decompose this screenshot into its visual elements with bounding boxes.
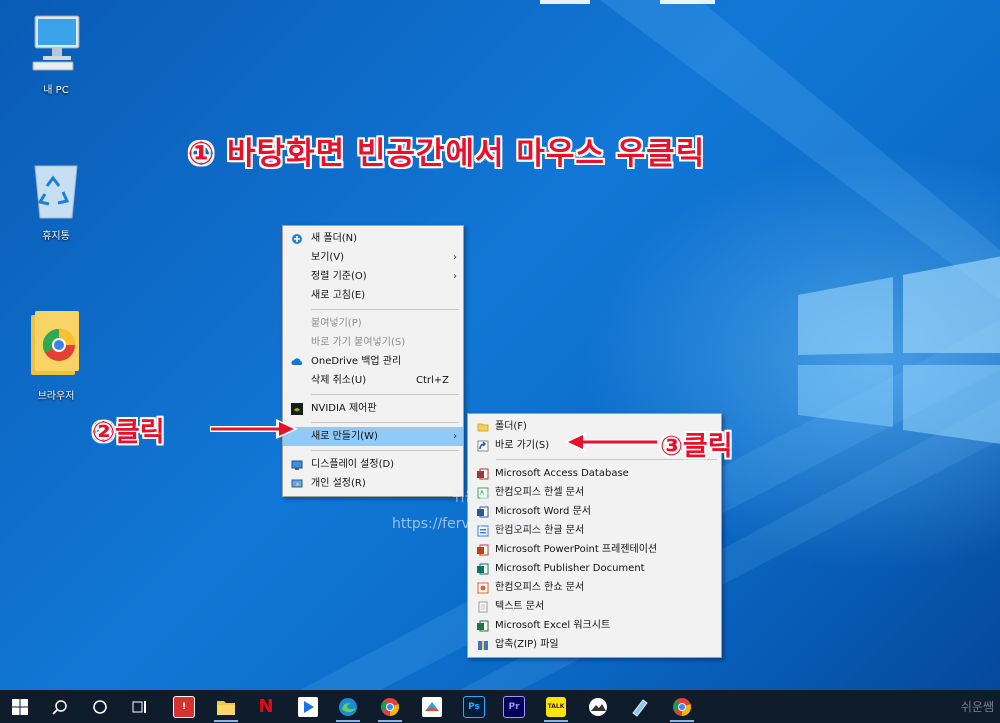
desktop-context-menu: 새 폴더(N) 보기(V) › 정렬 기준(O) › 새로 고침(E) 붙여넣기… xyxy=(282,225,464,497)
desktop-icon-recycle-bin[interactable]: 휴지통 xyxy=(20,158,92,242)
personalize-icon xyxy=(291,479,303,488)
menu-separator xyxy=(311,394,459,395)
menu-item-paste-shortcut[interactable]: 바로 가기 붙여넣기(S) xyxy=(283,333,463,352)
taskbar-chrome[interactable] xyxy=(370,690,410,723)
start-button[interactable] xyxy=(0,690,40,723)
taskbar-play-store[interactable] xyxy=(288,690,328,723)
taskbar-app-pen[interactable] xyxy=(620,690,660,723)
netflix-icon: N xyxy=(258,696,274,717)
menu-item-sort-by[interactable]: 정렬 기준(O) › xyxy=(283,267,463,286)
shortcut-label: Ctrl+Z xyxy=(415,375,449,386)
menu-item-undo-delete[interactable]: 삭제 취소(U) Ctrl+Z xyxy=(283,371,463,390)
cortana-button[interactable] xyxy=(80,690,120,723)
app-color-icon xyxy=(422,696,442,717)
taskbar-app-red[interactable]: ! xyxy=(164,690,204,723)
submenu-item-excel[interactable]: Microsoft Excel 워크시트 xyxy=(468,616,721,635)
photoshop-icon: Ps xyxy=(463,695,485,718)
play-store-icon xyxy=(298,696,318,717)
callout-step2: ②클릭 xyxy=(92,417,165,448)
desktop-icon-my-pc[interactable]: 내 PC xyxy=(20,12,92,96)
browser-folder-icon xyxy=(31,311,79,375)
folder-icon xyxy=(477,423,489,432)
onedrive-icon xyxy=(291,358,303,365)
submenu-item-hanshow[interactable]: 한컴오피스 한쇼 문서 xyxy=(468,578,721,597)
computer-icon xyxy=(32,15,80,71)
submenu-item-text-document[interactable]: 텍스트 문서 xyxy=(468,597,721,616)
publisher-icon xyxy=(477,563,489,575)
recycle-bin-icon xyxy=(34,165,78,219)
zip-icon xyxy=(478,641,488,650)
app-pen-icon xyxy=(632,698,648,717)
menu-separator xyxy=(311,309,459,310)
search-icon xyxy=(52,699,67,715)
task-view-icon xyxy=(132,700,146,713)
search-button[interactable] xyxy=(40,690,80,723)
menu-separator xyxy=(311,450,459,451)
start-icon xyxy=(12,698,28,715)
app-red-icon: ! xyxy=(173,695,195,718)
windows-logo xyxy=(798,256,1000,444)
menu-item-view[interactable]: 보기(V) › xyxy=(283,248,463,267)
powerpoint-icon xyxy=(477,544,489,556)
app-mountain-icon xyxy=(589,697,607,716)
chevron-right-icon: › xyxy=(453,271,457,282)
menu-item-display-settings[interactable]: 디스플레이 설정(D) xyxy=(283,455,463,474)
submenu-item-access[interactable]: Microsoft Access Database xyxy=(468,464,721,483)
chevron-right-icon: › xyxy=(453,431,457,442)
edge-icon xyxy=(339,697,357,716)
cortana-icon xyxy=(93,699,107,714)
menu-item-new-folder[interactable]: 새 폴더(N) xyxy=(283,229,463,248)
new-folder-icon xyxy=(292,234,302,244)
nvidia-icon xyxy=(291,403,303,415)
display-icon xyxy=(291,460,303,470)
taskbar-app-color[interactable] xyxy=(412,690,452,723)
chevron-right-icon: › xyxy=(453,252,457,263)
menu-item-personalize[interactable]: 개인 설정(R) xyxy=(283,474,463,493)
text-doc-icon xyxy=(478,601,488,613)
submenu-item-hancell[interactable]: 한컴오피스 한셀 문서 xyxy=(468,483,721,502)
taskbar-edge[interactable] xyxy=(328,690,368,723)
menu-item-onedrive-backup[interactable]: OneDrive 백업 관리 xyxy=(283,352,463,371)
desktop-icon-label: 내 PC xyxy=(43,85,69,96)
desktop-icon-label: 브라우저 xyxy=(37,391,75,402)
taskbar-photoshop[interactable]: Ps xyxy=(454,690,494,723)
kakaotalk-icon: TALK xyxy=(546,696,566,717)
menu-item-paste[interactable]: 붙여넣기(P) xyxy=(283,314,463,333)
excel-icon xyxy=(477,620,489,632)
arrow-right-icon xyxy=(210,419,298,439)
submenu-item-zip[interactable]: 압축(ZIP) 파일 xyxy=(468,635,721,654)
chrome-icon xyxy=(381,697,400,716)
taskbar-chrome-2[interactable] xyxy=(662,690,702,723)
task-view-button[interactable] xyxy=(120,690,160,723)
watermark-name: 쉬운쌤 xyxy=(452,489,491,505)
taskbar-app-mountain[interactable] xyxy=(578,690,618,723)
desktop-icon-label: 휴지통 xyxy=(42,231,70,242)
hanshow-icon xyxy=(477,582,489,594)
desktop-icon-browser[interactable]: 브라우저 xyxy=(20,302,92,402)
taskbar-netflix[interactable]: N xyxy=(246,690,286,723)
file-explorer-icon xyxy=(217,700,235,715)
premiere-icon: Pr xyxy=(503,695,525,718)
menu-separator xyxy=(311,422,459,423)
menu-item-nvidia[interactable]: NVIDIA 제어판 xyxy=(283,399,463,418)
callout-step3: ③클릭 xyxy=(660,431,733,462)
access-icon xyxy=(477,468,489,480)
menu-item-new[interactable]: 새로 만들기(W) › xyxy=(283,427,463,446)
shortcut-icon xyxy=(477,440,489,452)
arrow-left-icon xyxy=(564,432,658,452)
taskbar-file-explorer[interactable] xyxy=(206,690,246,723)
corner-watermark: 쉬운쌤 xyxy=(960,700,994,714)
taskbar-premiere[interactable]: Pr xyxy=(494,690,534,723)
instruction-headline: ① 바탕화면 빈공간에서 마우스 우클릭 xyxy=(188,136,706,172)
taskbar-kakaotalk[interactable]: TALK xyxy=(536,690,576,723)
submenu-item-powerpoint[interactable]: Microsoft PowerPoint 프레젠테이션 xyxy=(468,540,721,559)
menu-item-refresh[interactable]: 새로 고침(E) xyxy=(283,286,463,305)
taskbar: ! N Ps Pr TALK 쉬운쌤 xyxy=(0,690,1000,723)
watermark-url: https://fervorstory.com xyxy=(392,516,552,532)
chrome-2-icon xyxy=(673,697,692,716)
submenu-item-publisher[interactable]: Microsoft Publisher Document xyxy=(468,559,721,578)
